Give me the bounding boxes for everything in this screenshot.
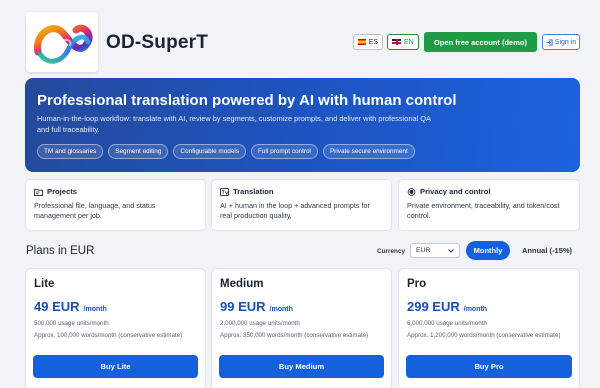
plan-card-pro: Pro 299 EUR /month 6,000,000 usage units… [398,268,580,388]
plan-price: 99 EUR /month [220,299,293,314]
plan-usage-units: 2,000,000 usage units/month [220,320,300,327]
hero-description: Human-in-the-loop workflow: translate wi… [37,114,431,134]
plan-name: Pro [407,278,427,290]
feature-card-projects: Projects Professional file, language, an… [25,179,206,231]
language-es-button[interactable]: ES [353,34,383,50]
site-header: OD-SuperT ES EN Open free account (demo)… [0,0,600,78]
plan-usage-units: 6,000,000 usage units/month [407,320,487,327]
chevron-down-icon [448,248,454,253]
chip-prompt-control: Full prompt control [251,144,318,159]
feature-title: Translation [233,187,274,196]
open-account-button[interactable]: Open free account (demo) [424,32,537,52]
spain-flag-icon [358,39,366,45]
brand-name: OD-SuperT [106,32,209,53]
shield-icon [407,187,416,196]
feature-card-translation: Translation AI + human in the loop + adv… [211,179,392,231]
plan-word-estimate: Approx. 100,000 words/month (conservativ… [34,332,183,339]
plan-price-period: /month [83,306,107,313]
feature-text: Private environment, traceability, and t… [407,201,560,220]
currency-label: Currency [377,248,406,255]
chip-private-environment: Private secure environment [322,144,415,159]
currency-select[interactable]: EUR [410,243,460,258]
plan-price-period: /month [269,306,293,313]
plan-price: 49 EUR /month [34,299,107,314]
hero-title: Professional translation powered by AI w… [37,92,457,109]
language-es-label: ES [368,38,378,46]
chip-tm-glossaries: TM and glossaries [37,144,104,159]
plan-usage-units: 500,000 usage units/month [34,320,109,327]
plan-price-amount: 49 EUR [34,299,80,314]
plan-word-estimate: Approx. 1,200,000 words/month (conservat… [407,332,561,339]
plan-price-amount: 299 EUR [407,299,460,314]
feature-title: Privacy and control [420,187,491,196]
folder-icon [34,188,43,196]
sign-in-button[interactable]: Sign in [542,34,580,50]
sign-in-label: Sign in [554,38,577,46]
plan-name: Lite [34,278,55,290]
plan-word-estimate: Approx. 350,000 words/month (conservativ… [220,332,369,339]
plan-name: Medium [220,278,264,290]
logo-icon [33,24,93,64]
buy-lite-button[interactable]: Buy Lite [33,355,198,378]
plan-card-lite: Lite 49 EUR /month 500,000 usage units/m… [25,268,206,388]
plan-price-period: /month [463,306,488,313]
feature-text: AI + human in the loop + advanced prompt… [220,201,370,220]
language-en-button[interactable]: EN [387,34,419,50]
brand-logo[interactable] [26,12,98,72]
feature-card-privacy: Privacy and control Private environment,… [398,179,580,231]
chip-configurable-models: Configurable models [173,144,247,159]
plan-card-medium: Medium 99 EUR /month 2,000,000 usage uni… [211,268,392,388]
language-en-label: EN [404,38,414,46]
billing-annual-toggle[interactable]: Annual (-15%) [513,241,581,260]
currency-value: EUR [416,247,431,254]
feature-chips: TM and glossaries Segment editing Config… [37,144,415,159]
translate-icon [220,187,229,196]
plan-price-amount: 99 EUR [220,299,266,314]
uk-flag-icon [392,39,401,45]
buy-pro-button[interactable]: Buy Pro [406,355,572,378]
plan-price: 299 EUR /month [407,299,487,314]
feature-title: Projects [47,187,77,196]
feature-text: Professional file, language, and status … [34,201,156,220]
sign-in-icon [546,38,553,46]
chip-segment-editing: Segment editing [108,144,169,159]
billing-monthly-toggle[interactable]: Monthly [466,241,510,260]
buy-medium-button[interactable]: Buy Medium [219,355,384,378]
plans-title: Plans in EUR [26,245,95,257]
hero-banner: Professional translation powered by AI w… [25,78,580,172]
